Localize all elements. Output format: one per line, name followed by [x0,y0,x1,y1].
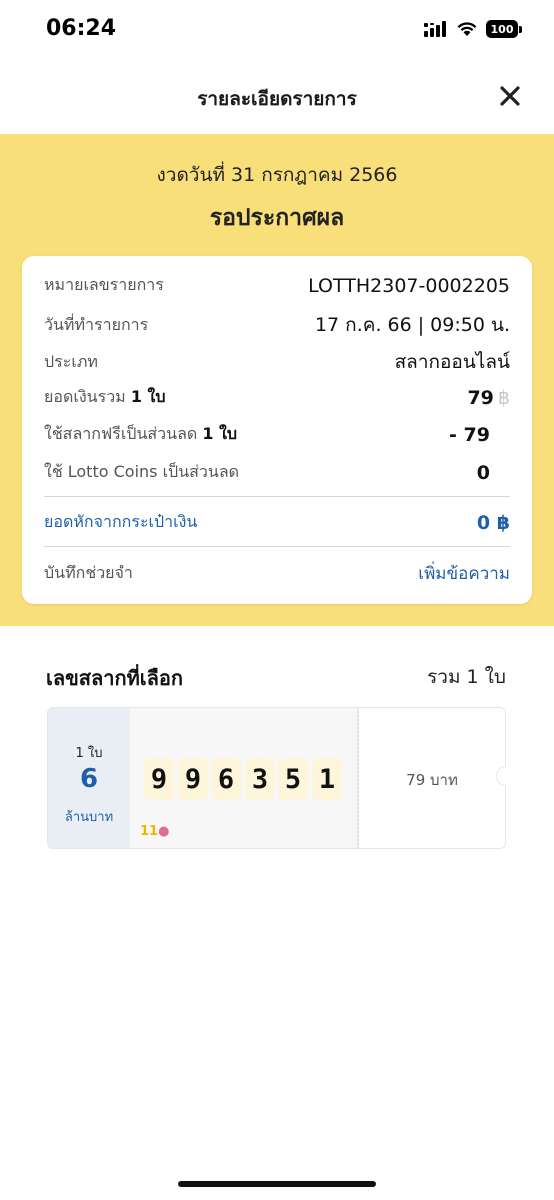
prize-amount: 6 [79,764,99,794]
note-label: บันทึกช่วยจำ [44,563,133,582]
total-qty: 1 ใบ [130,387,166,406]
free-ticket-row: ใช้สลากฟรีเป็นส่วนลด 1 ใบ - 79 [44,422,510,447]
detail-rows: หมายเลขรายการ LOTTH2307-0002205 วันที่ทำ… [22,256,532,604]
battery-icon: 100 [486,20,522,38]
total-value: 79 ฿ [467,386,510,409]
free-qty: 1 ใบ [202,424,238,443]
close-button[interactable] [496,82,524,110]
ticket-digit: 5 [278,758,308,800]
ticket-digit: 9 [178,758,208,800]
wallet-value: 0 ฿ [476,511,510,534]
prize-unit: ล้านบาท [64,810,114,825]
selected-total: รวม 1 ใบ [427,666,506,688]
status-bar: 06:24 100 [0,0,554,60]
ticket-number: 9 9 6 3 5 1 11● [130,708,358,848]
lottery-ticket[interactable]: 1 ใบ 6 ล้านบาท 9 9 6 3 5 1 11● 79 บาท [47,707,506,849]
divider [44,496,510,497]
wifi-icon [457,22,477,36]
home-indicator[interactable] [178,1181,376,1187]
battery-level: 100 [486,20,518,38]
note-row: บันทึกช่วยจำ เพิ่มข้อความ [44,560,510,587]
coins-label: ใช้ Lotto Coins เป็นส่วนลด [44,462,240,481]
cellular-signal-icon [424,21,446,37]
type-label: ประเภท [44,351,98,371]
ref-row: หมายเลขรายการ LOTTH2307-0002205 [44,273,510,298]
type-row: ประเภท สลากออนไลน์ [44,347,510,377]
ticket-digit: 9 [144,758,174,800]
date-value: 17 ก.ค. 66 | 09:50 น. [314,314,510,336]
free-value: - 79 [449,423,490,446]
ticket-main: 1 ใบ 6 ล้านบาท 9 9 6 3 5 1 11● [47,707,359,849]
add-note-link[interactable]: เพิ่มข้อความ [418,560,510,587]
total-row: ยอดเงินรวม 1 ใบ 79 ฿ [44,385,510,410]
divider [44,546,510,547]
type-value: สลากออนไลน์ [394,351,510,373]
total-label: ยอดเงินรวม 1 ใบ [44,387,166,406]
wallet-row: ยอดหักจากกระเป๋าเงิน 0 ฿ [44,510,510,535]
page-title: รายละเอียดรายการ [197,88,357,110]
ticket-digit: 1 [312,758,342,800]
header: รายละเอียดรายการ [0,60,554,134]
status-icons: 100 [424,20,522,38]
baht-icon: ฿ [496,511,510,534]
ticket-digit: 3 [245,758,275,800]
ticket-digit: 6 [211,758,241,800]
wallet-label: ยอดหักจากกระเป๋าเงิน [44,512,198,531]
prize-column: 1 ใบ 6 ล้านบาท [48,708,130,848]
brand-logo-icon: 11● [140,824,170,839]
coins-value: 0 [476,461,490,484]
ticket-stub: 79 บาท [358,707,506,849]
ref-label: หมายเลขรายการ [44,275,164,294]
selected-section-title: เลขสลากที่เลือก [46,666,183,690]
ticket-price: 79 บาท [406,771,458,789]
coins-row: ใช้ Lotto Coins เป็นส่วนลด 0 [44,460,510,485]
ticket-qty: 1 ใบ [75,746,103,761]
close-icon [500,86,520,106]
status-time: 06:24 [46,16,117,41]
draw-status: รอประกาศผล [209,205,345,231]
baht-icon: ฿ [497,386,510,409]
date-row: วันที่ทำรายการ 17 ก.ค. 66 | 09:50 น. [44,310,510,340]
date-label: วันที่ทำรายการ [44,314,149,334]
free-label: ใช้สลากฟรีเป็นส่วนลด 1 ใบ [44,424,238,443]
draw-date: งวดวันที่ 31 กรกฎาคม 2566 [156,164,398,186]
ref-value: LOTTH2307-0002205 [308,274,510,297]
